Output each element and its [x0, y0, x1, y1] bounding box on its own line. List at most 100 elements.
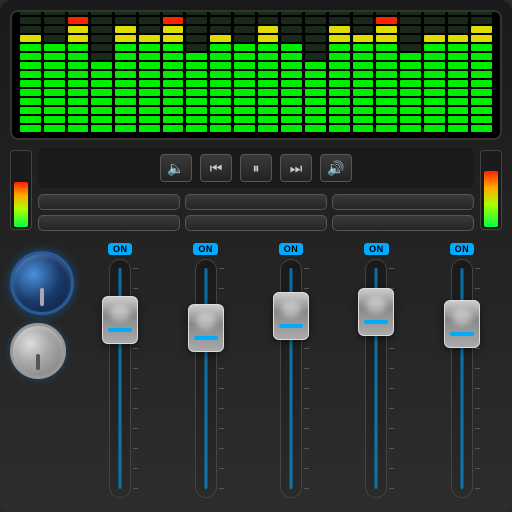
- tick: [389, 388, 394, 389]
- eq-bar: [210, 80, 231, 87]
- tick: [475, 468, 480, 469]
- tick: [133, 448, 138, 449]
- fader-handle[interactable]: [444, 300, 480, 348]
- tick: [475, 348, 480, 349]
- eq-bar: [234, 10, 255, 15]
- tick: [304, 388, 309, 389]
- tick: [389, 428, 394, 429]
- eq-bar: [91, 98, 112, 105]
- eq-bar: [258, 53, 279, 60]
- fader-handle[interactable]: [188, 304, 224, 352]
- tick: [219, 408, 224, 409]
- eq-bar: [400, 17, 421, 24]
- eq-bar: [258, 125, 279, 132]
- fader-track[interactable]: [365, 259, 387, 498]
- pause-button[interactable]: ⏸: [240, 154, 272, 182]
- eq-bar-group: [329, 10, 350, 132]
- eq-bar: [20, 71, 41, 78]
- next-button[interactable]: ⏭: [280, 154, 312, 182]
- eq-bar: [305, 53, 326, 60]
- eq-bar: [353, 116, 374, 123]
- preset-rock[interactable]: [332, 194, 474, 210]
- on-badge[interactable]: ON: [108, 243, 133, 255]
- eq-bar: [20, 107, 41, 114]
- eq-bar: [400, 89, 421, 96]
- eq-bar: [376, 71, 397, 78]
- eq-bar: [186, 26, 207, 33]
- eq-bar: [400, 116, 421, 123]
- eq-bar: [68, 44, 89, 51]
- eq-bar: [305, 116, 326, 123]
- volume-up-button[interactable]: 🔊: [320, 154, 352, 182]
- tick: [475, 488, 480, 489]
- preset-pop[interactable]: [38, 215, 180, 231]
- on-badge[interactable]: ON: [193, 243, 218, 255]
- eq-bar: [329, 125, 350, 132]
- fader-track[interactable]: [280, 259, 302, 498]
- eq-bar: [210, 10, 231, 15]
- eq-bar: [305, 17, 326, 24]
- tick: [475, 368, 480, 369]
- eq-bar: [376, 125, 397, 132]
- eq-bar: [210, 116, 231, 123]
- eq-bar: [376, 116, 397, 123]
- fader-track[interactable]: [451, 259, 473, 498]
- eq-bar: [329, 98, 350, 105]
- preset-hiphop[interactable]: [185, 215, 327, 231]
- eq-segment: [91, 10, 112, 132]
- eq-bar: [234, 44, 255, 51]
- on-badge[interactable]: ON: [364, 243, 389, 255]
- eq-bar-group: [376, 10, 397, 132]
- eq-bar: [234, 125, 255, 132]
- eq-bar: [115, 71, 136, 78]
- bass-knob[interactable]: [10, 251, 74, 315]
- eq-bar: [91, 80, 112, 87]
- tick: [304, 268, 309, 269]
- fader-col: ON: [422, 243, 502, 498]
- preset-dance[interactable]: [185, 194, 327, 210]
- preset-jazz[interactable]: [332, 215, 474, 231]
- eq-bar: [163, 44, 184, 51]
- eq-bar: [424, 89, 445, 96]
- eq-bar: [471, 71, 492, 78]
- treble-knob[interactable]: [10, 323, 66, 379]
- on-badge[interactable]: ON: [450, 243, 475, 255]
- eq-bar: [376, 26, 397, 33]
- on-badge[interactable]: ON: [279, 243, 304, 255]
- eq-bar: [376, 98, 397, 105]
- eq-bar: [44, 17, 65, 24]
- fader-stripe: [108, 328, 132, 332]
- eq-segment: [305, 10, 326, 132]
- eq-bar: [400, 44, 421, 51]
- eq-segment: [186, 10, 207, 132]
- eq-bar: [210, 107, 231, 114]
- eq-bar: [20, 26, 41, 33]
- fader-track[interactable]: [195, 259, 217, 498]
- prev-button[interactable]: ⏮: [200, 154, 232, 182]
- eq-bar: [424, 17, 445, 24]
- eq-bar: [400, 98, 421, 105]
- fader-handle[interactable]: [102, 296, 138, 344]
- preset-normal[interactable]: [38, 194, 180, 210]
- eq-bar: [281, 71, 302, 78]
- eq-bar: [20, 125, 41, 132]
- fader-stripe: [279, 324, 303, 328]
- eq-bar: [91, 10, 112, 15]
- eq-bar: [139, 62, 160, 69]
- fader-handle[interactable]: [358, 288, 394, 336]
- fader-track[interactable]: [109, 259, 131, 498]
- eq-bar-group: [139, 10, 160, 132]
- tick: [475, 408, 480, 409]
- eq-bar: [424, 10, 445, 15]
- eq-bar: [281, 10, 302, 15]
- tick: [389, 448, 394, 449]
- eq-bar-group: [186, 10, 207, 132]
- fader-track-line: [204, 268, 207, 489]
- eq-bar: [115, 53, 136, 60]
- volume-down-button[interactable]: 🔈: [160, 154, 192, 182]
- fader-handle[interactable]: [273, 292, 309, 340]
- eq-bar: [281, 35, 302, 42]
- eq-bar: [353, 44, 374, 51]
- eq-bar: [376, 53, 397, 60]
- eq-bar-group: [448, 10, 469, 132]
